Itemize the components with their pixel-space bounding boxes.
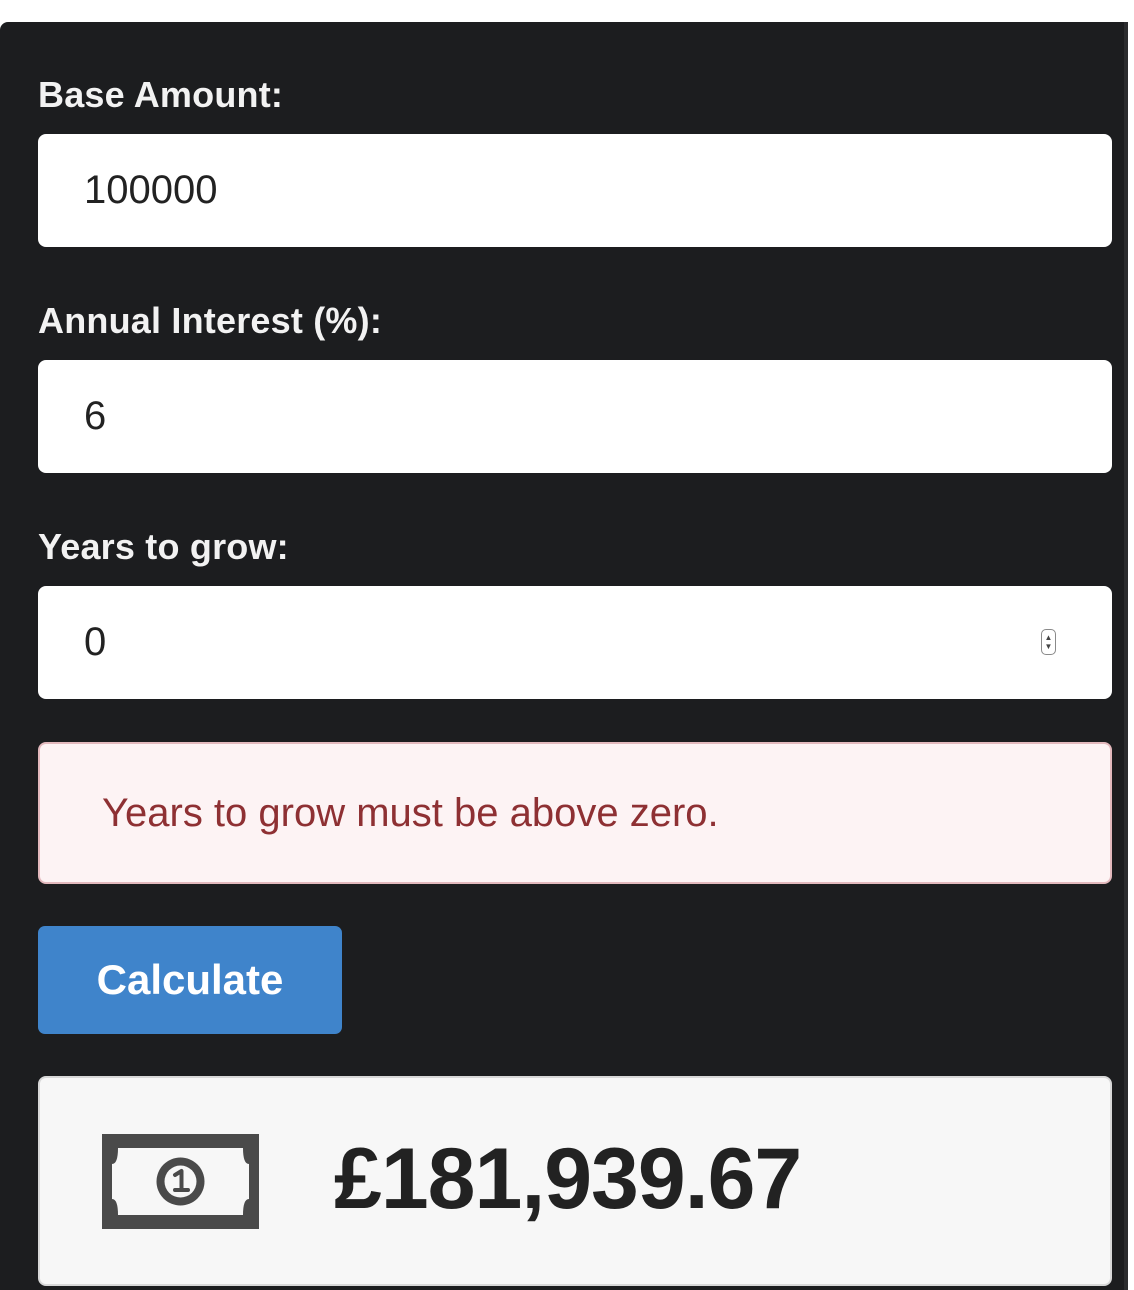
calculate-button[interactable]: Calculate: [38, 926, 342, 1034]
base-amount-label: Base Amount:: [38, 74, 284, 115]
annual-interest-value: 6: [84, 394, 107, 438]
result-panel: £181,939.67: [38, 1076, 1112, 1286]
stepper-down-icon[interactable]: ▼: [1045, 642, 1053, 651]
result-value: £181,939.67: [334, 1131, 802, 1227]
stepper-up-icon[interactable]: ▲: [1045, 633, 1053, 642]
annual-interest-label: Annual Interest (%):: [38, 300, 383, 341]
years-value: 0: [84, 620, 107, 664]
base-amount-input[interactable]: 100000: [38, 134, 1112, 247]
base-amount-value: 100000: [84, 168, 218, 212]
annual-interest-input[interactable]: 6: [38, 360, 1112, 473]
money-bill-icon: [102, 1134, 259, 1229]
calculate-button-label: Calculate: [96, 956, 284, 1003]
number-stepper[interactable]: ▲ ▼: [1041, 629, 1056, 655]
years-input[interactable]: 0 ▲ ▼: [38, 586, 1112, 699]
error-alert: Years to grow must be above zero.: [38, 742, 1112, 884]
error-message: Years to grow must be above zero.: [102, 790, 719, 835]
scrollbar-track[interactable]: [1124, 22, 1128, 1290]
window-edge: [1124, 0, 1134, 1290]
years-label: Years to grow:: [38, 526, 289, 567]
